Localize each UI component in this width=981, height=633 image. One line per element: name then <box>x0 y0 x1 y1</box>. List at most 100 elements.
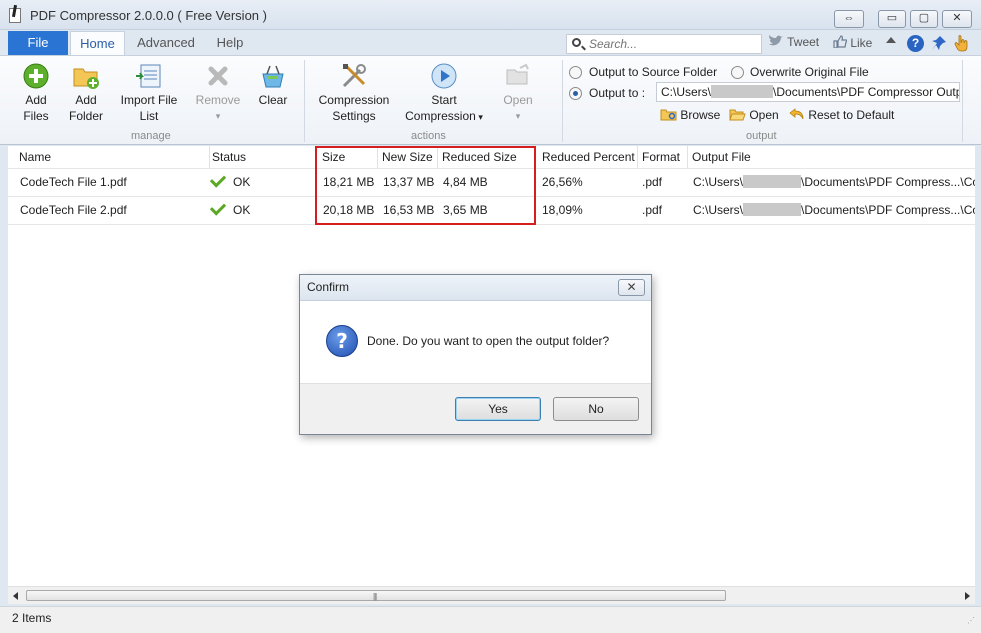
confirm-dialog: Confirm ✕ ? Done. Do you want to open th… <box>299 274 652 435</box>
column-header-format[interactable]: Format <box>638 146 688 168</box>
cell-name: CodeTech File 2.pdf <box>20 203 127 217</box>
cell-status-text: OK <box>233 175 251 189</box>
dialog-message: Done. Do you want to open the output fol… <box>367 334 610 348</box>
horizontal-scrollbar[interactable]: ||| <box>8 586 975 604</box>
restore-layout-button[interactable]: ⇔ <box>834 10 864 28</box>
cell-status: OK <box>207 196 312 224</box>
output-file-prefix: C:\Users\ <box>693 175 744 189</box>
add-folder-label-1: Add <box>75 93 97 107</box>
column-header-name[interactable]: Name <box>15 146 210 168</box>
radio-output-to[interactable] <box>569 87 582 100</box>
items-count: 2 Items <box>12 611 52 625</box>
add-folder-button[interactable]: Add Folder <box>64 62 108 124</box>
group-label-output: output <box>746 130 777 142</box>
output-path-field[interactable]: C:\Users\ \Documents\PDF Compressor Outpu… <box>656 82 960 102</box>
column-header-output-file[interactable]: Output File <box>688 146 975 168</box>
close-button[interactable]: ✕ <box>942 10 972 28</box>
open-button[interactable]: Open ▾ <box>500 62 536 124</box>
ribbon-separator <box>562 60 563 142</box>
start-compression-label-1: Start <box>431 93 457 107</box>
column-header-reduced-percent[interactable]: Reduced Percent <box>538 146 638 168</box>
bird-icon <box>769 35 783 46</box>
checkmark-icon <box>209 171 227 188</box>
cell-output-file: C:\Users\ \Documents\PDF Compress...\Code… <box>689 168 975 196</box>
import-file-list-label-1: Import File <box>120 93 178 107</box>
help-icon[interactable]: ? <box>907 35 924 52</box>
import-file-list-button[interactable]: Import File List <box>116 62 182 124</box>
overwrite-original-label: Overwrite Original File <box>750 65 869 79</box>
cell-output-file: C:\Users\ \Documents\PDF Compress...\Code… <box>689 196 975 224</box>
resize-grip-icon[interactable]: ⋰ <box>967 616 975 625</box>
start-compression-button[interactable]: Start Compression ▾ <box>404 62 484 125</box>
tab-file[interactable]: File <box>8 31 68 55</box>
start-compression-label-2: Compression <box>405 109 476 123</box>
add-folder-label-2: Folder <box>68 109 103 123</box>
remove-button[interactable]: Remove ▾ <box>194 62 242 124</box>
no-button[interactable]: No <box>553 397 639 421</box>
import-list-icon <box>135 62 163 90</box>
ribbon-tab-bar: File Home Advanced Help Tweet Like ? <box>0 31 981 55</box>
output-open-label: Open <box>749 108 779 122</box>
cell-format: .pdf <box>642 175 663 189</box>
minimize-button[interactable]: ▭ <box>878 10 906 28</box>
basket-icon <box>259 62 287 90</box>
collapse-ribbon-icon[interactable] <box>886 37 896 43</box>
clear-button[interactable]: Clear <box>254 62 292 108</box>
radio-overwrite-original[interactable] <box>731 66 744 79</box>
output-file-prefix: C:\Users\ <box>693 203 744 217</box>
add-files-label-1: Add <box>25 93 47 107</box>
yes-button[interactable]: Yes <box>455 397 541 421</box>
column-header-status[interactable]: Status <box>208 146 317 168</box>
dialog-close-button[interactable]: ✕ <box>618 279 645 296</box>
search-icon <box>572 38 581 47</box>
tab-advanced[interactable]: Advanced <box>132 31 200 55</box>
folder-add-icon <box>72 62 100 90</box>
dialog-footer: Yes No <box>300 383 651 434</box>
radio-output-to-source[interactable] <box>569 66 582 79</box>
hand-icon[interactable] <box>953 34 971 52</box>
thumbs-up-icon <box>833 35 848 49</box>
ribbon-separator <box>304 60 305 142</box>
reset-to-default-button[interactable]: Reset to Default <box>789 107 894 122</box>
open-label: Open <box>503 93 533 107</box>
clear-label: Clear <box>258 93 288 107</box>
scroll-right-icon[interactable] <box>965 592 970 600</box>
output-to-label: Output to : <box>589 86 646 100</box>
cell-status-text: OK <box>233 203 251 217</box>
play-icon <box>430 62 458 90</box>
tweet-link[interactable]: Tweet <box>768 35 819 49</box>
dialog-title: Confirm <box>307 280 350 294</box>
search-input[interactable] <box>589 36 759 52</box>
question-icon: ? <box>326 325 358 357</box>
pin-icon[interactable] <box>931 35 947 51</box>
maximize-button[interactable]: ▢ <box>910 10 938 28</box>
open-dropdown-icon: ▾ <box>515 111 521 121</box>
remove-x-icon <box>204 62 232 90</box>
plus-circle-icon <box>22 62 50 90</box>
like-link[interactable]: Like <box>833 35 872 50</box>
tools-icon <box>340 62 368 90</box>
checkmark-icon <box>209 199 227 216</box>
scrollbar-thumb[interactable]: ||| <box>26 590 726 601</box>
app-icon <box>9 8 21 23</box>
add-files-button[interactable]: Add Files <box>14 62 58 124</box>
search-box[interactable] <box>566 34 762 54</box>
remove-label: Remove <box>195 93 241 107</box>
size-columns-highlight <box>315 146 536 225</box>
output-path-suffix: \Documents\PDF Compressor Output <box>773 85 960 99</box>
start-dropdown-icon: ▾ <box>475 112 483 122</box>
window-title: PDF Compressor 2.0.0.0 ( Free Version ) <box>30 8 267 23</box>
group-label-manage: manage <box>131 130 171 142</box>
remove-dropdown-icon: ▾ <box>215 111 221 121</box>
dialog-title-bar: Confirm ✕ <box>300 275 651 301</box>
browse-folder-icon <box>660 109 677 121</box>
scroll-left-icon[interactable] <box>13 592 18 600</box>
compression-settings-button[interactable]: Compression Settings <box>316 62 392 124</box>
browse-button[interactable]: Browse <box>660 107 720 122</box>
compression-settings-label-2: Settings <box>332 109 376 123</box>
output-open-button[interactable]: Open <box>729 107 779 122</box>
tab-help[interactable]: Help <box>210 31 250 55</box>
tweet-label: Tweet <box>787 35 820 49</box>
tab-home[interactable]: Home <box>70 31 125 55</box>
redacted-username <box>743 203 802 216</box>
